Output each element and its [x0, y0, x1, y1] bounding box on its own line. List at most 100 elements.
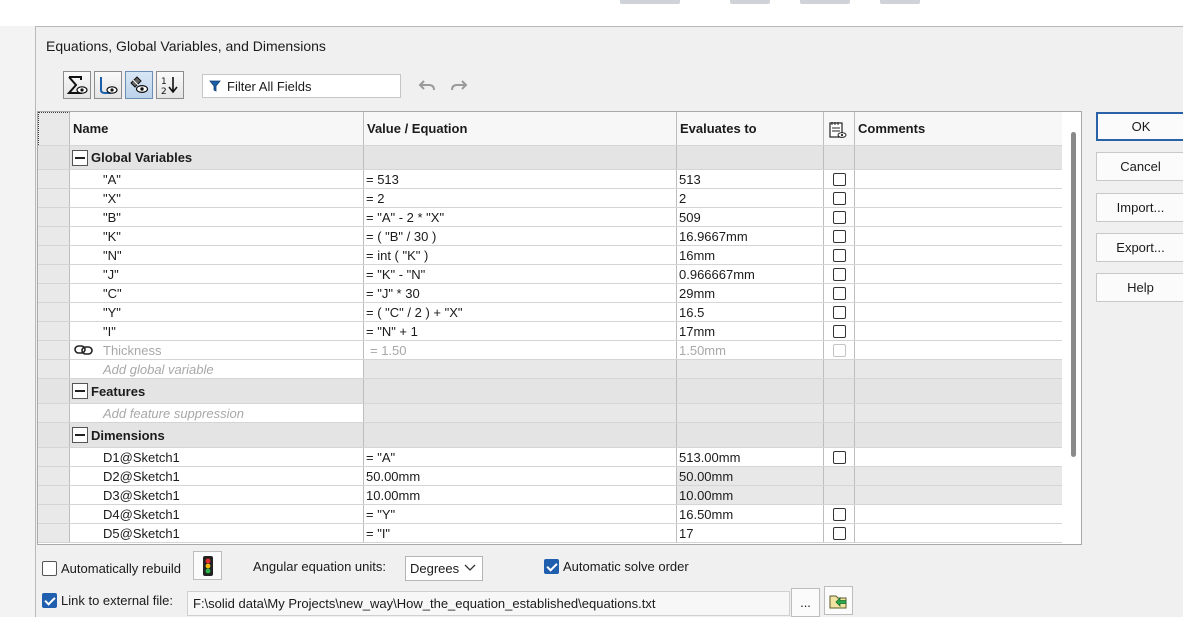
- name-cell[interactable]: "K": [70, 227, 364, 245]
- comment-toggle-cell[interactable]: [824, 170, 855, 188]
- table-row[interactable]: D2@Sketch1 50.00mm 50.00mm: [38, 467, 1062, 486]
- table-row[interactable]: "N" = int ( "K" ) 16mm: [38, 246, 1062, 265]
- row-header[interactable]: [38, 303, 70, 321]
- value-cell[interactable]: = "I": [364, 524, 677, 542]
- column-header-name[interactable]: Name: [70, 112, 364, 145]
- comment-toggle-cell[interactable]: [824, 246, 855, 264]
- comment-checkbox[interactable]: [833, 267, 846, 281]
- ok-button[interactable]: OK: [1096, 112, 1183, 141]
- name-cell[interactable]: "J": [70, 265, 364, 283]
- row-header[interactable]: [38, 379, 70, 403]
- linked-variable-row[interactable]: Thickness = 1.50 1.50mm: [38, 341, 1062, 360]
- auto-rebuild-option[interactable]: Automatically rebuild: [42, 561, 181, 576]
- row-header[interactable]: [38, 284, 70, 302]
- comment-cell[interactable]: [855, 284, 1062, 302]
- row-header[interactable]: [38, 170, 70, 188]
- row-header[interactable]: [38, 322, 70, 340]
- comment-toggle-cell[interactable]: [824, 467, 855, 485]
- comment-cell[interactable]: [855, 246, 1062, 264]
- table-row[interactable]: D5@Sketch1 = "I" 17: [38, 524, 1062, 543]
- value-cell[interactable]: = "A" - 2 * "X": [364, 208, 677, 226]
- comment-checkbox[interactable]: [833, 248, 846, 262]
- ordered-view-button[interactable]: 1 2: [156, 71, 184, 99]
- comment-toggle-cell[interactable]: [824, 486, 855, 504]
- comment-checkbox[interactable]: [833, 305, 846, 319]
- value-cell[interactable]: = "A": [364, 448, 677, 466]
- comment-cell[interactable]: [855, 322, 1062, 340]
- add-global-variable-row[interactable]: Add global variable: [38, 360, 1062, 379]
- add-feature-suppression-cell[interactable]: Add feature suppression: [70, 404, 364, 422]
- table-row[interactable]: D4@Sketch1 = "Y" 16.50mm: [38, 505, 1062, 524]
- import-button[interactable]: Import...: [1096, 193, 1183, 222]
- auto-solve-checkbox[interactable]: [544, 559, 559, 574]
- name-cell[interactable]: "C": [70, 284, 364, 302]
- value-cell[interactable]: = "Y": [364, 505, 677, 523]
- comment-cell[interactable]: [855, 448, 1062, 466]
- auto-rebuild-checkbox[interactable]: [42, 561, 57, 576]
- comment-toggle-cell[interactable]: [824, 524, 855, 542]
- select-all-corner[interactable]: [38, 112, 70, 145]
- cancel-button[interactable]: Cancel: [1096, 152, 1183, 181]
- comment-cell[interactable]: [855, 208, 1062, 226]
- row-header[interactable]: [38, 448, 70, 466]
- sketch-equation-view-button[interactable]: [94, 71, 122, 99]
- table-row[interactable]: "K" = ( "B" / 30 ) 16.9667mm: [38, 227, 1062, 246]
- row-header[interactable]: [38, 341, 70, 359]
- table-row[interactable]: "X" = 22: [38, 189, 1062, 208]
- comment-toggle-cell[interactable]: [824, 505, 855, 523]
- browse-button[interactable]: ...: [791, 588, 820, 617]
- comment-cell[interactable]: [855, 170, 1062, 188]
- name-cell[interactable]: "A": [70, 170, 364, 188]
- row-header[interactable]: [38, 246, 70, 264]
- comment-toggle-cell[interactable]: [824, 322, 855, 340]
- row-header[interactable]: [38, 423, 70, 447]
- add-feature-suppression-row[interactable]: Add feature suppression: [38, 404, 1062, 423]
- table-row[interactable]: D3@Sketch1 10.00mm 10.00mm: [38, 486, 1062, 505]
- row-header[interactable]: [38, 146, 70, 169]
- comment-toggle-cell[interactable]: [824, 208, 855, 226]
- value-cell[interactable]: = 513: [364, 170, 677, 188]
- help-button[interactable]: Help: [1096, 273, 1183, 302]
- row-header[interactable]: [38, 360, 70, 378]
- comment-cell[interactable]: [855, 265, 1062, 283]
- row-header[interactable]: [38, 467, 70, 485]
- collapse-toggle-icon[interactable]: [72, 149, 88, 166]
- external-file-path[interactable]: F:\solid data\My Projects\new_way\How_th…: [187, 591, 790, 616]
- comment-cell[interactable]: [855, 524, 1062, 542]
- equation-view-button[interactable]: [63, 71, 91, 99]
- name-cell[interactable]: "I": [70, 322, 364, 340]
- name-cell[interactable]: D2@Sketch1: [70, 467, 364, 485]
- comment-checkbox[interactable]: [833, 172, 846, 186]
- comment-cell[interactable]: [855, 189, 1062, 207]
- row-header[interactable]: [38, 486, 70, 504]
- name-cell[interactable]: "N": [70, 246, 364, 264]
- value-cell[interactable]: = "J" * 30: [364, 284, 677, 302]
- value-cell[interactable]: 10.00mm: [364, 486, 677, 504]
- comment-toggle-cell[interactable]: [824, 284, 855, 302]
- comment-checkbox[interactable]: [833, 191, 846, 205]
- link-external-checkbox[interactable]: [42, 593, 57, 608]
- value-cell[interactable]: 50.00mm: [364, 467, 677, 485]
- comment-toggle-cell[interactable]: [824, 303, 855, 321]
- collapse-toggle-icon[interactable]: [72, 383, 88, 399]
- name-cell[interactable]: D1@Sketch1: [70, 448, 364, 466]
- comment-checkbox[interactable]: [833, 286, 846, 300]
- comment-cell[interactable]: [855, 505, 1062, 523]
- comment-checkbox[interactable]: [833, 324, 846, 338]
- column-header-evaluates[interactable]: Evaluates to: [677, 112, 824, 145]
- row-header[interactable]: [38, 265, 70, 283]
- comment-checkbox[interactable]: [833, 450, 846, 464]
- value-cell[interactable]: = "K" - "N": [364, 265, 677, 283]
- redo-button[interactable]: [449, 76, 469, 96]
- collapse-toggle-icon[interactable]: [72, 427, 88, 443]
- export-button[interactable]: Export...: [1096, 233, 1183, 262]
- comment-toggle-cell[interactable]: [824, 227, 855, 245]
- table-row[interactable]: "A" = 513 513: [38, 170, 1062, 189]
- table-row[interactable]: "C" = "J" * 30 29mm: [38, 284, 1062, 303]
- equations-grid[interactable]: Name Value / Equation Evaluates to Comme…: [37, 111, 1082, 545]
- name-cell[interactable]: "X": [70, 189, 364, 207]
- row-header[interactable]: [38, 227, 70, 245]
- comment-cell[interactable]: [855, 303, 1062, 321]
- vertical-scrollbar[interactable]: [1071, 132, 1076, 457]
- comment-toggle-cell[interactable]: [824, 265, 855, 283]
